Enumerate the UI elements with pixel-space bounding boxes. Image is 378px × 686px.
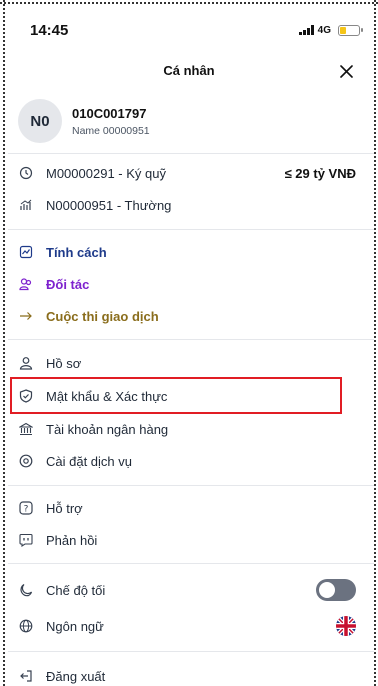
menu-item-partners[interactable]: Đối tác xyxy=(18,273,356,295)
app-screen: 14:45 4G Cá nhân N0 010C001797 Name 0000… xyxy=(0,0,378,686)
divider xyxy=(8,485,374,486)
divider xyxy=(8,153,374,154)
menu-label: Ngôn ngữ xyxy=(46,618,104,634)
page-title: Cá nhân xyxy=(163,63,215,78)
divider xyxy=(8,339,374,340)
logout-icon xyxy=(18,668,34,684)
close-icon[interactable] xyxy=(334,58,358,84)
help-icon: ? xyxy=(18,500,34,516)
menu-item-language[interactable]: Ngôn ngữ xyxy=(18,615,356,637)
profile-code: 010C001797 xyxy=(72,105,147,121)
menu-item-dark-mode[interactable]: Chế độ tối xyxy=(18,579,356,601)
divider xyxy=(8,651,374,652)
menu-item-profile[interactable]: Hồ sơ xyxy=(18,352,356,374)
dotted-border-left xyxy=(3,0,5,686)
network-type: 4G xyxy=(317,24,331,36)
feedback-icon xyxy=(18,532,34,548)
menu-label: Chế độ tối xyxy=(46,582,106,598)
moon-icon xyxy=(18,582,34,598)
avatar: N0 xyxy=(18,99,62,143)
profile-name: Name 00000951 xyxy=(72,124,150,137)
menu-label: Hỗ trợ xyxy=(46,500,83,516)
account-row-margin[interactable]: M00000291 - Ký quỹ ≤ 29 tỷ VNĐ xyxy=(18,162,356,184)
menu-label: Đăng xuất xyxy=(46,668,106,684)
account-value: ≤ 29 tỷ VNĐ xyxy=(284,165,356,181)
menu-item-service-settings[interactable]: Cài đặt dịch vụ xyxy=(18,450,356,472)
signal-icon xyxy=(298,25,314,35)
menu-label: Đối tác xyxy=(46,276,90,292)
profile-card[interactable]: N0 010C001797 Name 00000951 xyxy=(18,96,360,146)
divider xyxy=(8,563,374,564)
account-label: N00000951 - Thường xyxy=(46,197,172,213)
bank-icon xyxy=(18,421,34,437)
status-bar: 14:45 4G xyxy=(30,18,363,42)
menu-label: Phản hồi xyxy=(46,532,98,548)
partners-icon xyxy=(18,276,34,292)
menu-label: Hồ sơ xyxy=(46,355,82,371)
clock-icon xyxy=(18,165,34,181)
menu-item-bank-account[interactable]: Tài khoản ngân hàng xyxy=(18,418,356,440)
dark-mode-toggle[interactable] xyxy=(316,579,356,601)
menu-label: Cài đặt dịch vụ xyxy=(46,453,132,469)
account-label: M00000291 - Ký quỹ xyxy=(46,165,166,181)
svg-text:?: ? xyxy=(24,505,29,515)
dotted-border-top xyxy=(0,2,378,4)
chart-line-icon xyxy=(18,244,34,260)
status-time: 14:45 xyxy=(30,21,69,39)
menu-item-logout[interactable]: Đăng xuất xyxy=(18,665,356,686)
uk-flag-icon[interactable] xyxy=(336,616,356,636)
menu-label: Tài khoản ngân hàng xyxy=(46,421,169,437)
menu-item-trading-contest[interactable]: Cuộc thi giao dịch xyxy=(18,305,356,327)
chart-icon xyxy=(18,197,34,213)
user-icon xyxy=(18,355,34,371)
divider xyxy=(8,229,374,230)
arrow-right-icon xyxy=(18,308,34,324)
header: Cá nhân xyxy=(8,58,370,84)
menu-label: Cuộc thi giao dịch xyxy=(46,308,159,324)
highlight-box xyxy=(10,377,342,414)
globe-icon xyxy=(18,618,34,634)
status-indicators: 4G xyxy=(298,24,363,36)
settings-icon xyxy=(18,453,34,469)
menu-item-personality[interactable]: Tính cách xyxy=(18,241,356,263)
battery-icon xyxy=(338,24,363,36)
dotted-border-right xyxy=(374,0,376,686)
account-row-normal[interactable]: N00000951 - Thường xyxy=(18,194,356,216)
menu-item-feedback[interactable]: Phản hồi xyxy=(18,529,356,551)
menu-label: Tính cách xyxy=(46,244,107,260)
menu-item-support[interactable]: ? Hỗ trợ xyxy=(18,497,356,519)
